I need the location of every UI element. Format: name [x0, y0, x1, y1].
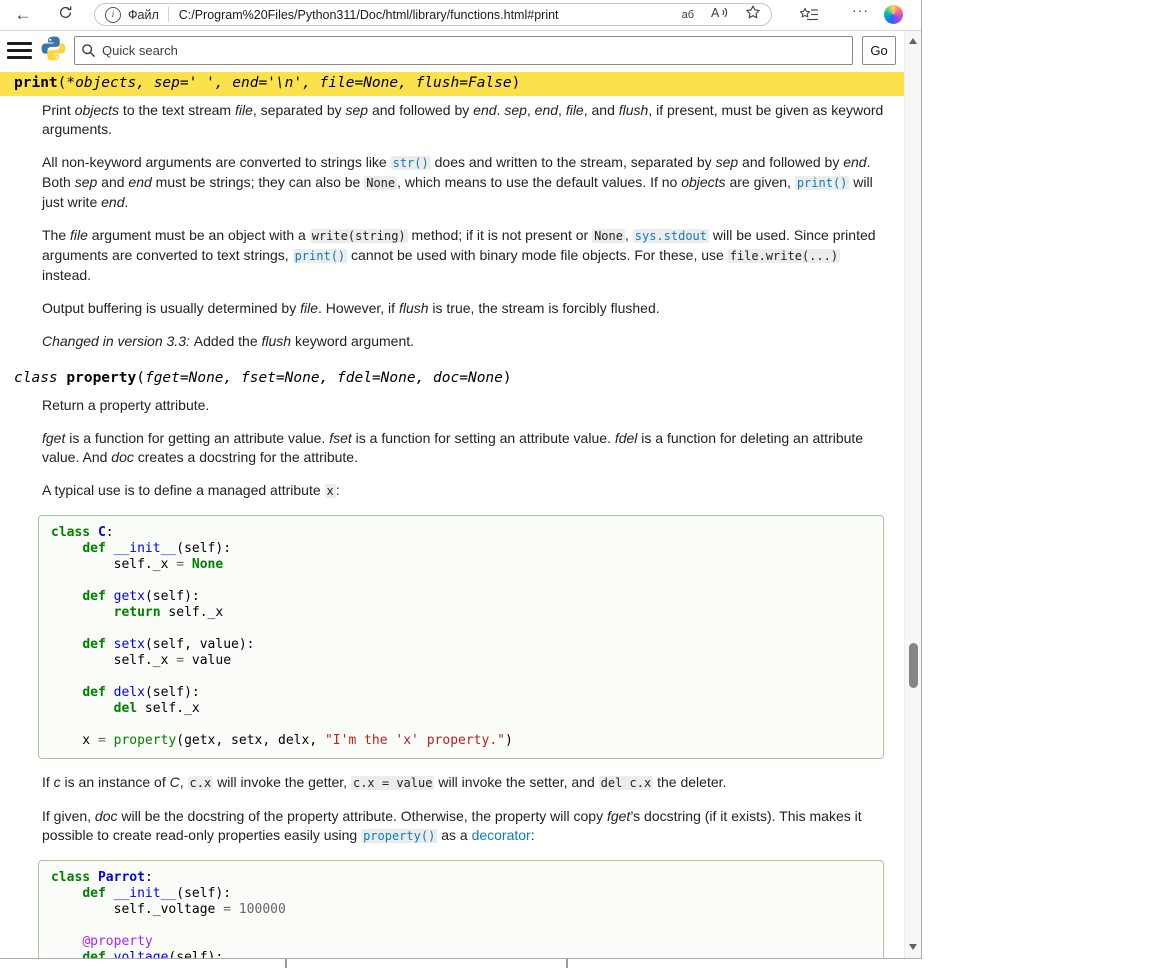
print-signature: print(*objects, sep=' ', end='\n', file=…: [0, 72, 904, 96]
property-signature: class property(fget=None, fset=None, fde…: [0, 367, 904, 391]
browser-window: ← i Файл C:/Program%20Files/Python311/Do…: [0, 0, 922, 959]
svg-text:A: A: [711, 6, 720, 20]
code-class-parrot: class Parrot: def __init__(self): self._…: [51, 870, 871, 958]
print-paragraph-3: The file argument must be an object with…: [42, 226, 888, 285]
menu-icon[interactable]: [6, 36, 33, 65]
property-paragraph-5: If given, doc will be the docstring of t…: [42, 807, 888, 846]
translate-icon[interactable]: аб: [682, 9, 694, 21]
window-bottom-edge: [0, 959, 922, 968]
edge-tick: [566, 959, 568, 968]
browser-toolbar: ← i Файл C:/Program%20Files/Python311/Do…: [0, 0, 921, 31]
function-definitions: print(*objects, sep=' ', end='\n', file=…: [0, 72, 904, 958]
print-paragraph-4: Output buffering is usually determined b…: [42, 299, 888, 318]
code-example-class-c: class C: def __init__(self): self._x = N…: [38, 515, 884, 759]
print-paragraph-1: Print objects to the text stream file, s…: [42, 101, 888, 139]
copilot-icon[interactable]: [884, 5, 903, 24]
address-divider: [168, 7, 169, 22]
code-class-c: class C: def __init__(self): self._x = N…: [51, 525, 871, 749]
page-info-icon[interactable]: i: [105, 7, 121, 23]
edge-tick: [285, 959, 287, 968]
code-link[interactable]: str(): [391, 156, 431, 170]
favorites-icon[interactable]: [800, 6, 819, 28]
read-aloud-icon[interactable]: A: [711, 5, 728, 25]
print-changed-note: Changed in version 3.3: Added the flush …: [42, 332, 888, 351]
screen: { "browser": { "url": "C:/Program%20File…: [0, 0, 1152, 968]
scroll-down-arrow[interactable]: [909, 944, 917, 950]
docs-topbar: Go: [0, 31, 904, 70]
search-input[interactable]: [74, 36, 853, 65]
print-paragraph-2: All non-keyword arguments are converted …: [42, 153, 888, 212]
code-link[interactable]: property(): [361, 829, 437, 843]
refresh-icon[interactable]: [52, 2, 78, 28]
scroll-thumb[interactable]: [909, 643, 918, 688]
settings-more-icon[interactable]: ···: [846, 1, 875, 19]
back-button[interactable]: ←: [10, 2, 36, 28]
property-paragraph-2: fget is a function for getting an attrib…: [42, 429, 888, 467]
property-paragraph-4: If c is an instance of C, c.x will invok…: [42, 773, 888, 793]
address-bar-icons: аб A: [682, 4, 761, 25]
scrollbar[interactable]: [904, 31, 921, 958]
code-link[interactable]: print(): [293, 249, 348, 263]
search-icon: [81, 43, 96, 63]
text-link[interactable]: decorator: [472, 827, 531, 843]
property-paragraph-1: Return a property attribute.: [42, 396, 888, 415]
go-button[interactable]: Go: [862, 36, 896, 65]
python-logo-icon[interactable]: [40, 35, 67, 67]
code-link[interactable]: print(): [795, 176, 850, 190]
search-box: [74, 36, 853, 65]
property-description: Return a property attribute. fget is a f…: [42, 396, 888, 958]
docs-page: Go print(*objects, sep=' ', end='\n', fi…: [0, 31, 904, 958]
print-description: Print objects to the text stream file, s…: [42, 101, 888, 351]
address-bar[interactable]: i Файл C:/Program%20Files/Python311/Doc/…: [94, 3, 772, 26]
url-text[interactable]: C:/Program%20Files/Python311/Doc/html/li…: [179, 8, 672, 22]
add-favorite-star-icon[interactable]: [745, 4, 761, 25]
property-paragraph-3: A typical use is to define a managed att…: [42, 481, 888, 501]
scroll-up-arrow[interactable]: [909, 38, 917, 44]
code-example-class-parrot: class Parrot: def __init__(self): self._…: [38, 860, 884, 958]
file-protocol-badge: Файл: [128, 8, 159, 22]
code-link[interactable]: sys.stdout: [633, 229, 709, 243]
refresh-glyph: [58, 5, 73, 20]
